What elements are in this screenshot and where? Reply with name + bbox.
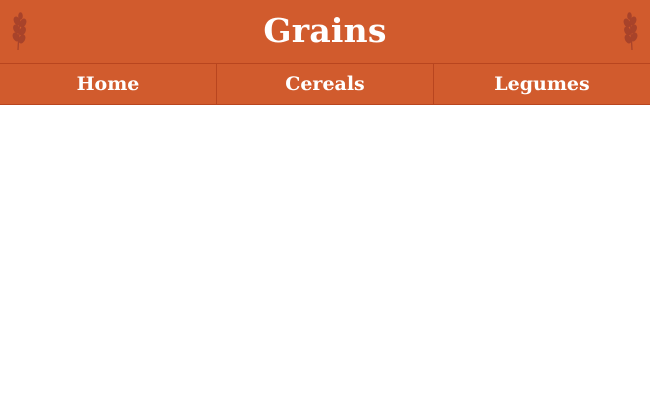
site-title: Grains — [263, 11, 387, 50]
content-area — [0, 105, 650, 400]
nav-item-cereals[interactable]: Cereals — [217, 64, 434, 104]
main-nav: Home Cereals Legumes — [0, 64, 650, 105]
nav-item-home[interactable]: Home — [0, 64, 217, 104]
site-header: Grains — [0, 0, 650, 64]
nav-item-legumes[interactable]: Legumes — [434, 64, 650, 104]
wheat-icon — [623, 12, 638, 51]
